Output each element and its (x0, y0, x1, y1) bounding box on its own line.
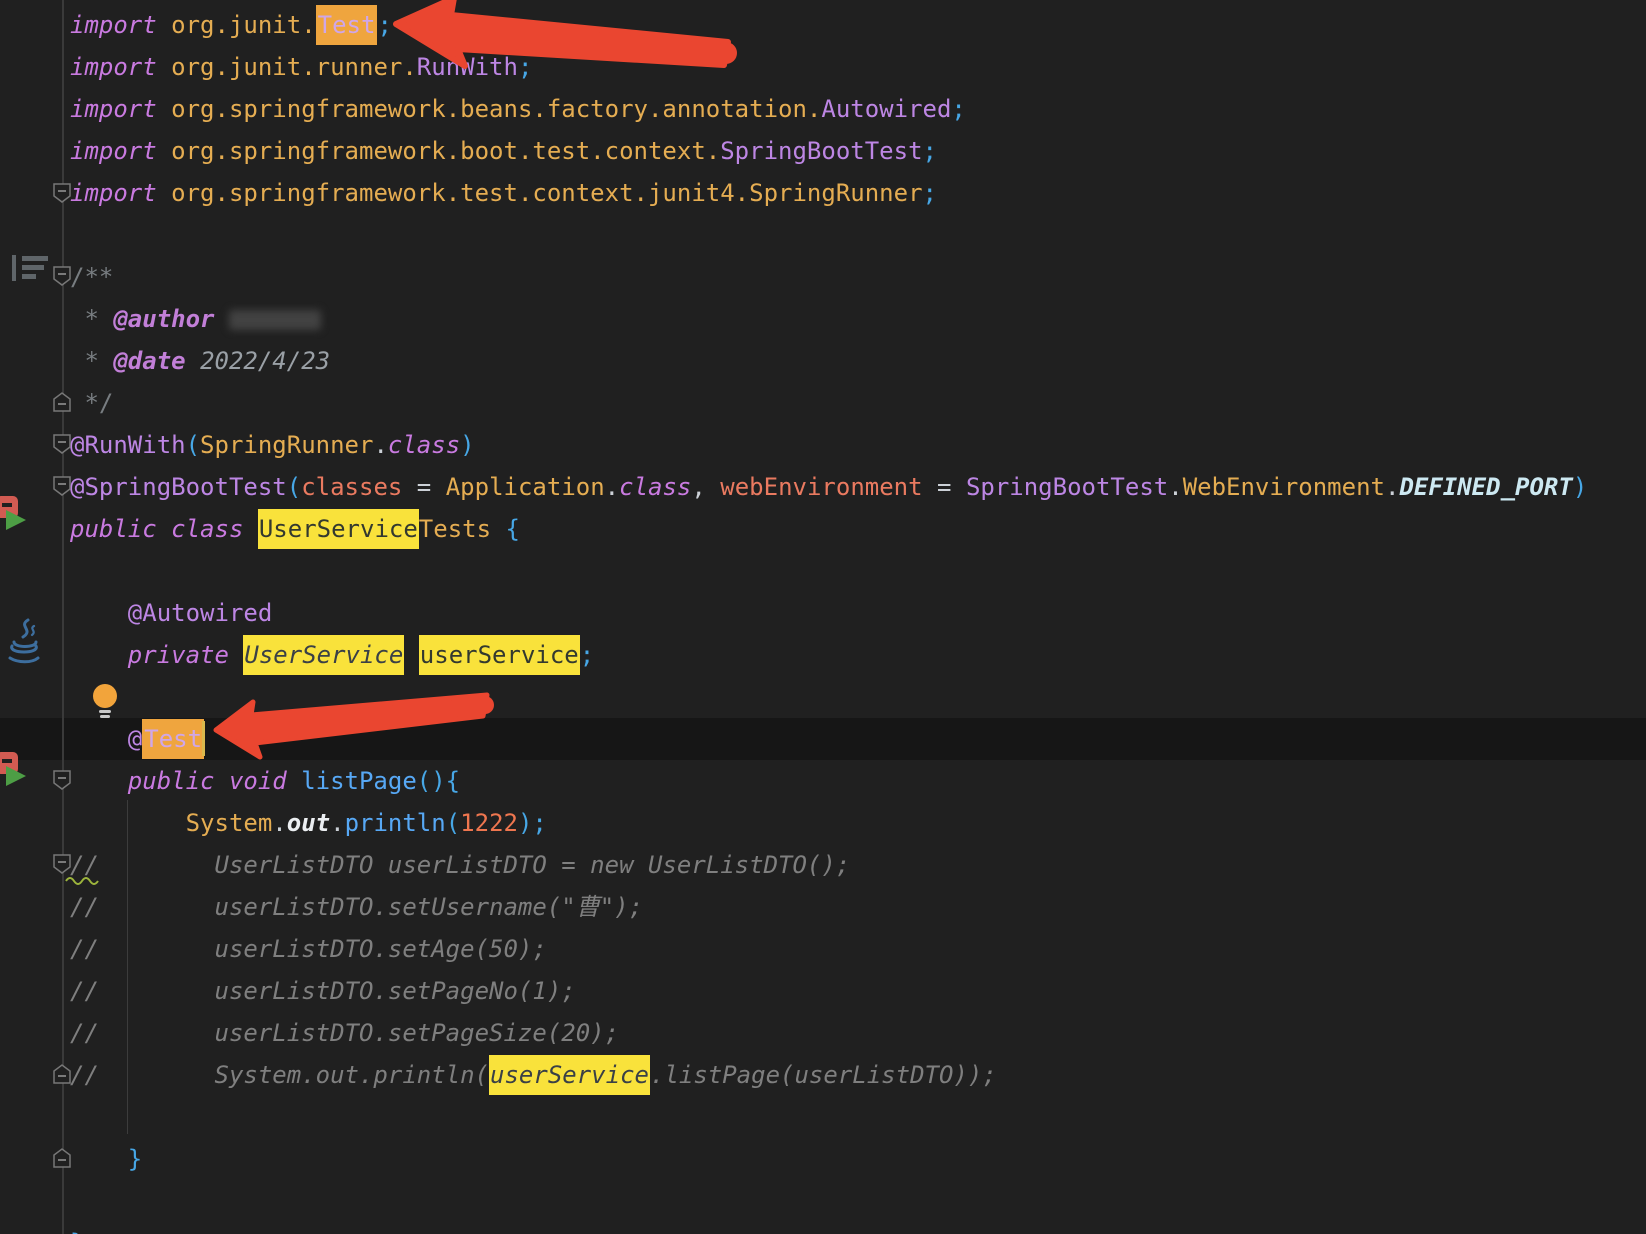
structure-lines-icon[interactable] (10, 252, 50, 284)
fold-marker-icon[interactable] (53, 770, 71, 790)
fold-marker-icon[interactable] (53, 183, 71, 203)
code-line[interactable]: // UserListDTO userListDTO = new UserLis… (0, 844, 1646, 886)
fold-marker-icon[interactable] (53, 1064, 71, 1084)
code-line[interactable]: import org.junit.Test; (0, 4, 1646, 46)
code-line[interactable]: // userListDTO.setPageSize(20); (0, 1012, 1646, 1054)
caret-line[interactable]: @Test (0, 718, 1646, 760)
code-line[interactable]: import org.springframework.boot.test.con… (0, 130, 1646, 172)
code-line[interactable]: // userListDTO.setUsername("曹"); (0, 886, 1646, 928)
code-line[interactable] (0, 676, 1646, 718)
code-line[interactable]: public class UserServiceTests { (0, 508, 1646, 550)
code-line[interactable]: // userListDTO.setPageNo(1); (0, 970, 1646, 1012)
code-line[interactable]: } (0, 1222, 1646, 1234)
redacted-author-name (228, 310, 321, 330)
code-line[interactable]: } (0, 1138, 1646, 1180)
code-area[interactable]: import org.junit.Test; import org.junit.r… (0, 4, 1646, 1234)
fold-marker-icon[interactable] (53, 392, 71, 412)
code-line[interactable]: /** (0, 256, 1646, 298)
indent-guide (127, 800, 128, 1134)
code-line[interactable]: * @date 2022/4/23 (0, 340, 1646, 382)
code-line[interactable] (0, 214, 1646, 256)
fold-marker-icon[interactable] (53, 476, 71, 496)
code-line[interactable]: import org.springframework.beans.factory… (0, 88, 1646, 130)
code-line[interactable] (0, 550, 1646, 592)
run-test-icon[interactable] (0, 750, 34, 792)
code-line[interactable]: // userListDTO.setAge(50); (0, 928, 1646, 970)
intention-bulb-icon[interactable] (90, 681, 120, 721)
code-line[interactable] (0, 1096, 1646, 1138)
text-caret (202, 721, 205, 756)
code-line[interactable]: // System.out.println(userService.listPa… (0, 1054, 1646, 1096)
code-line[interactable]: @Autowired (0, 592, 1646, 634)
code-line[interactable]: public void listPage(){ (0, 760, 1646, 802)
code-line[interactable]: @SpringBootTest(classes = Application.cl… (0, 466, 1646, 508)
run-test-icon[interactable] (0, 494, 34, 536)
code-line[interactable]: import org.springframework.test.context.… (0, 172, 1646, 214)
code-line[interactable] (0, 1180, 1646, 1222)
warning-squiggle (65, 877, 99, 885)
fold-marker-icon[interactable] (53, 854, 71, 874)
code-line[interactable]: System.out.println(1222); (0, 802, 1646, 844)
code-line[interactable]: private UserService userService; (0, 634, 1646, 676)
code-line[interactable]: * @author (0, 298, 1646, 340)
fold-marker-icon[interactable] (53, 434, 71, 454)
code-line[interactable]: @RunWith(SpringRunner.class) (0, 424, 1646, 466)
fold-marker-icon[interactable] (53, 1148, 71, 1168)
fold-marker-icon[interactable] (53, 266, 71, 286)
ide-editor: import org.junit.Test; import org.junit.r… (0, 0, 1646, 1234)
code-line[interactable]: import org.junit.runner.RunWith; (0, 46, 1646, 88)
java-class-icon[interactable] (6, 618, 44, 666)
code-line[interactable]: */ (0, 382, 1646, 424)
